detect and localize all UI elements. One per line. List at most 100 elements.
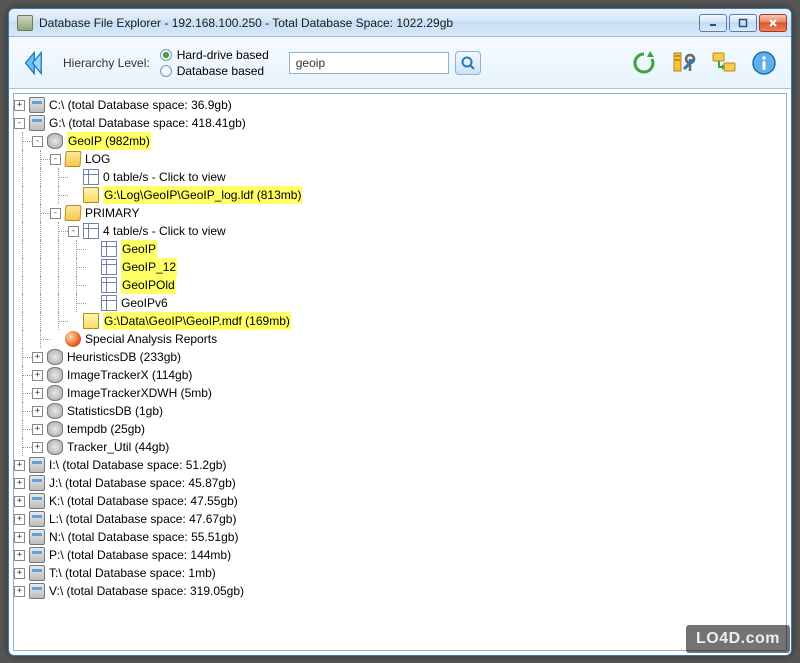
- table-icon: [83, 223, 99, 239]
- radio-hard-drive[interactable]: Hard-drive based: [160, 48, 269, 62]
- drive-icon: [29, 547, 45, 563]
- tree-node[interactable]: 0 table/s - Click to view: [14, 168, 786, 186]
- app-window: Database File Explorer - 192.168.100.250…: [8, 8, 792, 656]
- tree-node-label: ImageTrackerX (114gb): [67, 366, 192, 384]
- table-icon: [101, 241, 117, 257]
- tree-node[interactable]: +I:\ (total Database space: 51.2gb): [14, 456, 786, 474]
- tree-node-label: Special Analysis Reports: [85, 330, 217, 348]
- tree-node-label: Tracker_Util (44gb): [67, 438, 169, 456]
- tree-node[interactable]: +C:\ (total Database space: 36.9gb): [14, 96, 786, 114]
- tree-node[interactable]: +N:\ (total Database space: 55.51gb): [14, 528, 786, 546]
- tree-node[interactable]: +HeuristicsDB (233gb): [14, 348, 786, 366]
- tree-node[interactable]: + L:\ (total Database space: 47.67gb): [14, 510, 786, 528]
- tree-node[interactable]: + Tracker_Util (44gb): [14, 438, 786, 456]
- expand-icon[interactable]: +: [32, 388, 43, 399]
- collapse-icon[interactable]: -: [68, 226, 79, 237]
- expand-icon[interactable]: +: [32, 406, 43, 417]
- radio-label: Database based: [177, 64, 264, 78]
- file-y-icon: [83, 187, 99, 203]
- drive-icon: [29, 529, 45, 545]
- tree-node[interactable]: + T:\ (total Database space: 1mb): [14, 564, 786, 582]
- toolbar: Hierarchy Level: Hard-drive based Databa…: [9, 37, 791, 89]
- tree-node-label: L:\ (total Database space: 47.67gb): [49, 510, 236, 528]
- collapse-icon[interactable]: -: [50, 154, 61, 165]
- report-icon: [65, 331, 81, 347]
- table-icon: [101, 295, 117, 311]
- tree-node[interactable]: -GeoIP (982mb): [14, 132, 786, 150]
- radio-database[interactable]: Database based: [160, 64, 269, 78]
- tree-node-label: G:\Data\GeoIP\GeoIP.mdf (169mb): [103, 312, 291, 330]
- drive-icon: [29, 583, 45, 599]
- expand-icon[interactable]: +: [14, 496, 25, 507]
- titlebar[interactable]: Database File Explorer - 192.168.100.250…: [9, 9, 791, 37]
- expand-icon[interactable]: +: [14, 550, 25, 561]
- tree-node[interactable]: + P:\ (total Database space: 144mb): [14, 546, 786, 564]
- close-button[interactable]: [759, 14, 787, 32]
- tree-node-label: tempdb (25gb): [67, 420, 145, 438]
- info-button[interactable]: [747, 46, 781, 80]
- drive-icon: [29, 565, 45, 581]
- tools-button[interactable]: [667, 46, 701, 80]
- tree-node[interactable]: G:\Data\GeoIP\GeoIP.mdf (169mb): [14, 312, 786, 330]
- tree-node-label: 0 table/s - Click to view: [103, 168, 226, 186]
- tree-node[interactable]: + ImageTrackerX (114gb): [14, 366, 786, 384]
- tree-node[interactable]: +V:\ (total Database space: 319.05gb): [14, 582, 786, 600]
- expand-icon[interactable]: +: [14, 460, 25, 471]
- refresh-button[interactable]: [627, 46, 661, 80]
- tree-node[interactable]: - G:\ (total Database space: 418.41gb): [14, 114, 786, 132]
- tree-node-label: P:\ (total Database space: 144mb): [49, 546, 231, 564]
- tree-node[interactable]: + tempdb (25gb): [14, 420, 786, 438]
- tree-node[interactable]: -LOG: [14, 150, 786, 168]
- expander-blank: [68, 316, 79, 327]
- db-icon: [47, 133, 63, 149]
- search-input[interactable]: [289, 52, 449, 74]
- hierarchy-radio-group: Hard-drive based Database based: [160, 48, 269, 78]
- tree-view[interactable]: +C:\ (total Database space: 36.9gb)-G:\ …: [13, 93, 787, 651]
- expand-icon[interactable]: +: [14, 514, 25, 525]
- tree-node[interactable]: GeoIPOld: [14, 276, 786, 294]
- expand-icon[interactable]: +: [32, 442, 43, 453]
- tree-node[interactable]: +StatisticsDB (1gb): [14, 402, 786, 420]
- collapse-icon[interactable]: -: [50, 208, 61, 219]
- back-button[interactable]: [19, 46, 53, 80]
- tree-node-label: G:\ (total Database space: 418.41gb): [49, 114, 246, 132]
- expander-blank: [86, 298, 97, 309]
- drive-icon: [29, 457, 45, 473]
- db-icon: [47, 385, 63, 401]
- expand-icon[interactable]: +: [32, 424, 43, 435]
- radio-icon: [160, 49, 172, 61]
- db-icon: [47, 367, 63, 383]
- tree-node[interactable]: GeoIP: [14, 240, 786, 258]
- expand-icon[interactable]: +: [32, 370, 43, 381]
- tree-node-label: T:\ (total Database space: 1mb): [49, 564, 216, 582]
- tree-node[interactable]: -PRIMARY: [14, 204, 786, 222]
- tree-node[interactable]: -4 table/s - Click to view: [14, 222, 786, 240]
- tree-node[interactable]: +K:\ (total Database space: 47.55gb): [14, 492, 786, 510]
- tree-node-label: J:\ (total Database space: 45.87gb): [49, 474, 236, 492]
- expand-icon[interactable]: +: [14, 568, 25, 579]
- tree-node[interactable]: +ImageTrackerXDWH (5mb): [14, 384, 786, 402]
- expand-icon[interactable]: +: [14, 586, 25, 597]
- expand-icon[interactable]: +: [32, 352, 43, 363]
- minimize-button[interactable]: [699, 14, 727, 32]
- expander-blank: [50, 334, 61, 345]
- db-icon: [47, 421, 63, 437]
- table-icon: [83, 169, 99, 185]
- folder-tree-button[interactable]: [707, 46, 741, 80]
- search-button[interactable]: [455, 51, 481, 75]
- collapse-icon[interactable]: -: [14, 118, 25, 129]
- app-icon: [17, 15, 33, 31]
- collapse-icon[interactable]: -: [32, 136, 43, 147]
- tree-node[interactable]: G:\Log\GeoIP\GeoIP_log.ldf (813mb): [14, 186, 786, 204]
- expand-icon[interactable]: +: [14, 478, 25, 489]
- tree-node[interactable]: + J:\ (total Database space: 45.87gb): [14, 474, 786, 492]
- maximize-button[interactable]: [729, 14, 757, 32]
- expand-icon[interactable]: +: [14, 532, 25, 543]
- tree-node[interactable]: Special Analysis Reports: [14, 330, 786, 348]
- expander-blank: [86, 280, 97, 291]
- expand-icon[interactable]: +: [14, 100, 25, 111]
- drive-icon: [29, 493, 45, 509]
- window-title: Database File Explorer - 192.168.100.250…: [39, 16, 699, 30]
- tree-node[interactable]: GeoIP_12: [14, 258, 786, 276]
- tree-node[interactable]: GeoIPv6: [14, 294, 786, 312]
